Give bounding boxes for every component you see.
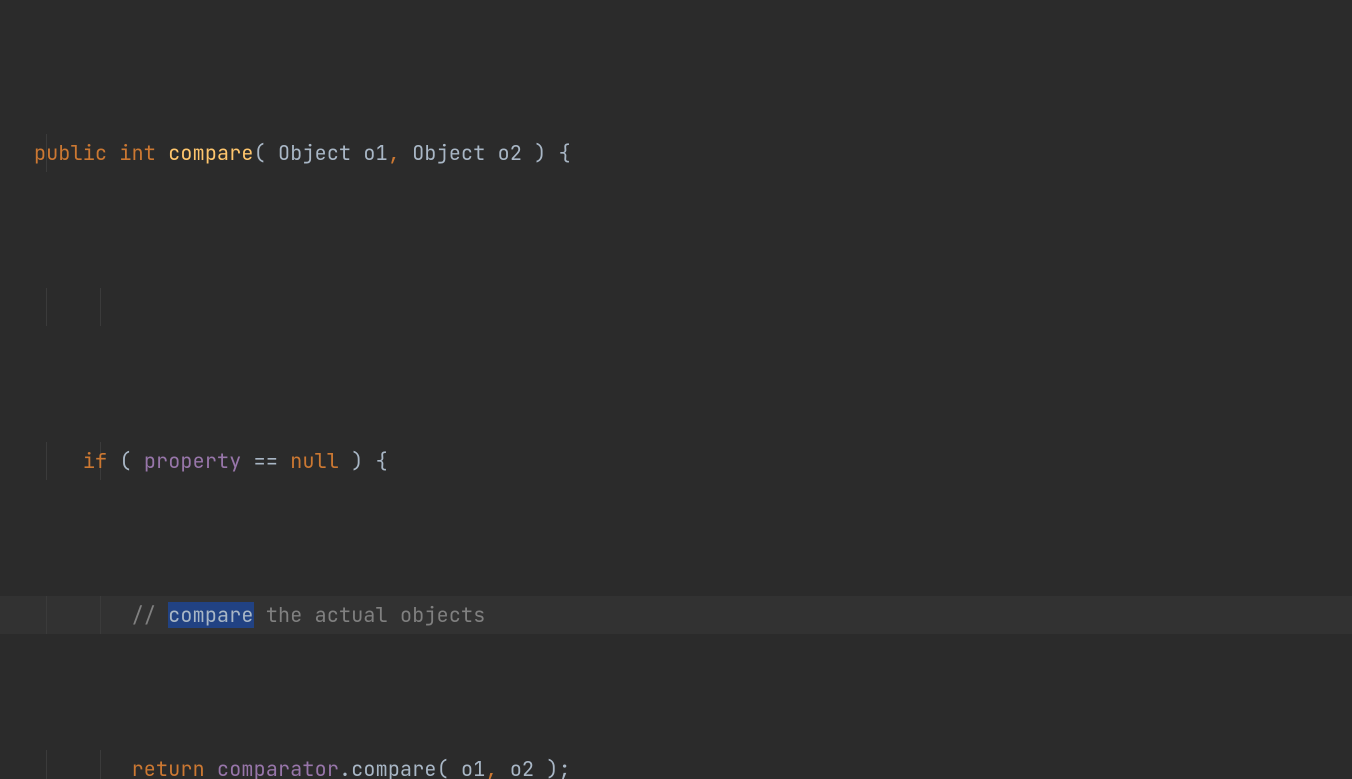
field-ref: property: [144, 448, 242, 474]
field-ref: comparator: [217, 756, 339, 779]
keyword-public: public: [34, 140, 107, 166]
code-line[interactable]: return comparator.compare( o1, o2 );: [0, 750, 1352, 779]
selected-text: compare: [168, 602, 253, 628]
comment: //: [132, 602, 169, 628]
keyword-null: null: [290, 448, 339, 474]
code-line-highlighted[interactable]: // compare the actual objects: [0, 596, 1352, 635]
method-name: compare: [168, 140, 253, 166]
keyword-return: return: [132, 756, 205, 779]
code-line[interactable]: if ( property == null ) {: [0, 442, 1352, 481]
keyword-if: if: [83, 448, 107, 474]
code-line[interactable]: [0, 288, 1352, 327]
code-editor[interactable]: public int compare( Object o1, Object o2…: [0, 0, 1352, 779]
keyword-int: int: [119, 140, 156, 166]
code-line[interactable]: public int compare( Object o1, Object o2…: [0, 134, 1352, 173]
